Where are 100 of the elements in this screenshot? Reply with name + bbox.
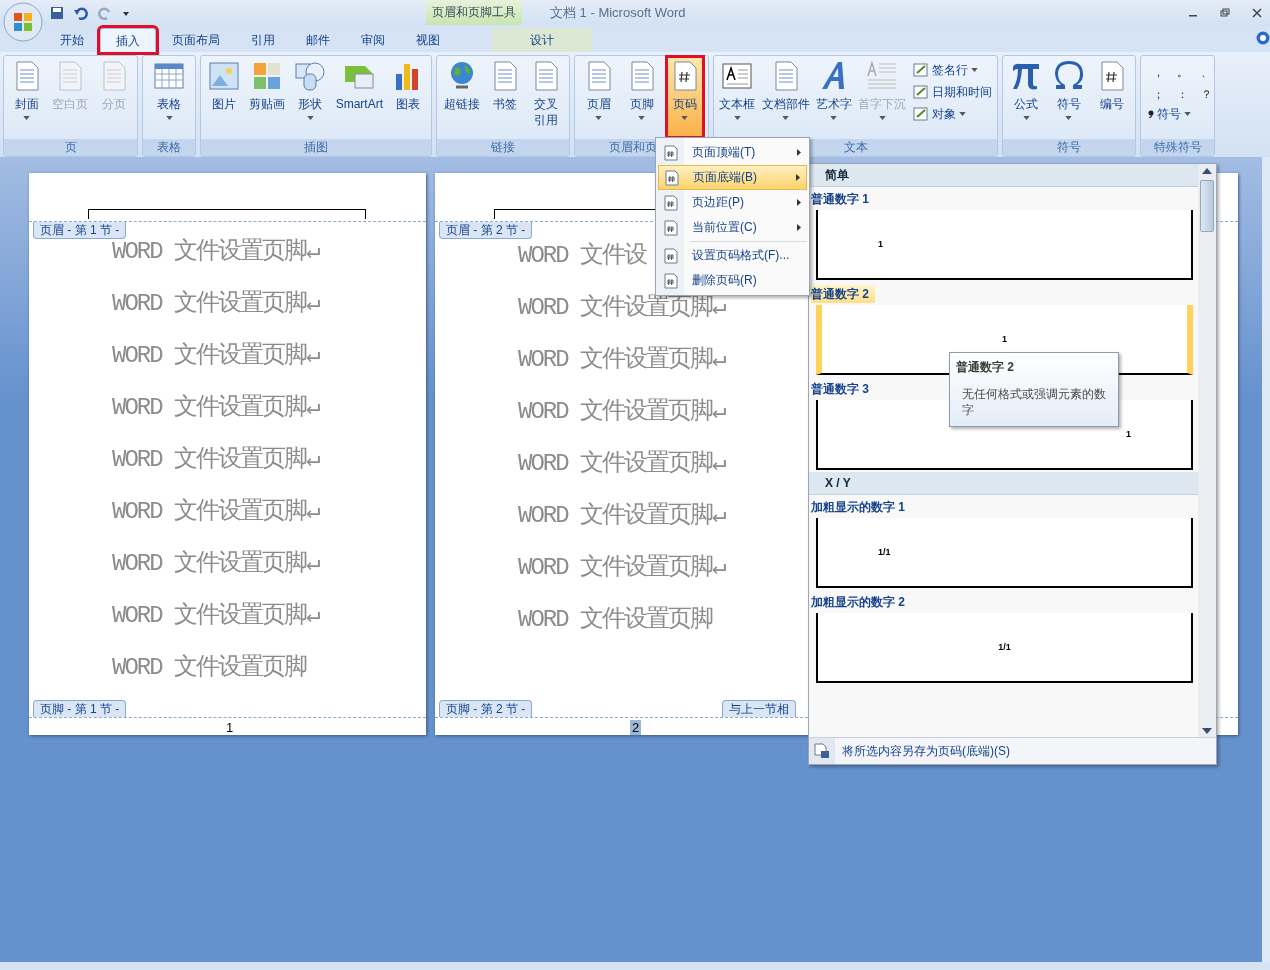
context-tool-label: 页眉和页脚工具 — [426, 0, 522, 25]
page-number-icon — [664, 219, 678, 236]
page-number-icon — [664, 194, 678, 211]
page-number-icon — [664, 247, 678, 264]
ribbon-small-button[interactable]: 日期和时间 — [911, 82, 993, 102]
ribbon-button[interactable]: 文档部件 — [760, 58, 811, 136]
ribbon-button[interactable]: 符号 — [1052, 58, 1086, 136]
body-text-line: WORD 文件设置页脚↵ — [112, 341, 319, 371]
ribbon-button[interactable]: 艺术字 — [814, 58, 853, 136]
symbol-button[interactable]: 。 — [1171, 62, 1193, 82]
ribbon-tab[interactable]: 邮件 — [291, 28, 345, 52]
ribbon-tab[interactable]: 审阅 — [346, 28, 400, 52]
body-text-line: WORD 文件设置页脚↵ — [112, 445, 319, 475]
gallery-section-header: 简单 — [809, 164, 1199, 187]
body-text-line: WORD 文件设置页脚↵ — [518, 345, 725, 375]
ribbon-button[interactable]: 表格 — [152, 58, 186, 136]
scroll-down-icon[interactable] — [1202, 728, 1212, 734]
gallery-item-label[interactable]: 加粗显示的数字 2 — [811, 593, 911, 611]
body-text-line: WORD 文件设置页脚↵ — [518, 553, 725, 583]
group-label: 表格 — [143, 139, 195, 156]
omega-icon — [1053, 60, 1085, 92]
ribbon-tab[interactable]: 页面布局 — [157, 28, 235, 52]
symbol-button[interactable]: ， — [1147, 62, 1169, 82]
gallery-item-label[interactable]: 普通数字 3 — [811, 380, 875, 398]
ribbon-tab[interactable]: 设计 — [492, 28, 592, 52]
ribbon-button[interactable]: 页眉 — [581, 58, 616, 136]
table-icon — [153, 60, 185, 92]
group-label: 插图 — [201, 139, 431, 156]
undo-icon[interactable] — [74, 5, 88, 20]
gallery-item-label[interactable]: 普通数字 1 — [811, 190, 875, 208]
page-number: 2 — [630, 720, 642, 735]
ribbon-button[interactable]: 书签 — [488, 58, 522, 136]
group-label: 页 — [4, 139, 137, 156]
ribbon-button[interactable]: 封面 — [9, 58, 44, 136]
clipart-icon — [251, 60, 283, 92]
tooltip: 普通数字 2 无任何格式或强调元素的数字 — [949, 352, 1119, 427]
preview-number: 1/1 — [878, 547, 891, 557]
ribbon-small-button[interactable]: 签名行 — [911, 60, 993, 80]
symbol-more-button[interactable]: 符号 — [1147, 104, 1217, 124]
ribbon-tab[interactable]: 视图 — [401, 28, 455, 52]
body-text-line: WORD 文件设置页脚↵ — [518, 397, 725, 427]
ribbon-tab[interactable]: 引用 — [236, 28, 290, 52]
symbol-button[interactable]: ？ — [1195, 84, 1217, 104]
body-text-line: WORD 文件设置页脚↵ — [518, 449, 725, 479]
comma-icon — [1148, 110, 1154, 118]
symbol-button[interactable]: ： — [1171, 84, 1193, 104]
ribbon-button[interactable]: SmartArt — [334, 58, 384, 136]
menu-item[interactable]: 设置页码格式(F)... — [658, 243, 807, 268]
body-text-line: WORD 文件设置页脚↵ — [112, 393, 319, 423]
body-text-line: WORD 文件设置页脚↵ — [518, 501, 725, 531]
drop-cap-icon — [866, 60, 899, 92]
body-text-line: WORD 文件设置页脚↵ — [112, 549, 319, 579]
menu-item[interactable]: 删除页码(R) — [658, 268, 807, 293]
ribbon-tab[interactable]: 开始 — [45, 28, 99, 52]
page-number: 1 — [225, 720, 235, 735]
ribbon-button[interactable]: 剪贴画 — [248, 58, 286, 136]
body-text-line: WORD 文件设置页脚 — [518, 605, 712, 635]
ribbon-button[interactable]: 页脚 — [624, 58, 659, 136]
ribbon-button[interactable]: 图片 — [206, 58, 241, 136]
page-number-icon — [664, 144, 678, 161]
close-icon[interactable] — [1252, 7, 1262, 18]
gallery-item-label[interactable]: 加粗显示的数字 1 — [811, 498, 911, 516]
ribbon-button[interactable]: 编号 — [1094, 58, 1129, 136]
save-page-icon — [814, 743, 830, 759]
body-text-line: WORD 文件设置页脚↵ — [112, 237, 319, 267]
menu-item[interactable]: 页面底端(B) — [658, 165, 807, 190]
ribbon-button[interactable]: 公式 — [1009, 58, 1044, 136]
menu-item[interactable]: 当前位置(C) — [658, 215, 807, 240]
body-text-line: WORD 文件设置页脚↵ — [518, 293, 725, 323]
group-label: 链接 — [437, 139, 569, 156]
scroll-thumb[interactable] — [1200, 180, 1214, 232]
menu-item[interactable]: 页边距(P) — [658, 190, 807, 215]
preview-number: 1/1 — [998, 642, 1011, 652]
preview-number: 1 — [1126, 429, 1131, 439]
ribbon-button[interactable]: 超链接 — [442, 58, 481, 136]
page-number-icon — [664, 272, 678, 289]
ribbon-button[interactable]: 页码 — [667, 58, 702, 136]
symbol-button[interactable]: 、 — [1195, 62, 1217, 82]
body-text-line: WORD 文件设置页脚↵ — [112, 601, 319, 631]
page-number-icon — [665, 169, 679, 186]
vertical-scrollbar[interactable] — [1262, 157, 1270, 962]
save-selection-menu-item[interactable]: 将所选内容另存为页码(底端)(S) — [809, 737, 1216, 764]
window-title: 文档 1 - Microsoft Word — [550, 3, 686, 22]
symbol-button[interactable]: ； — [1147, 84, 1169, 104]
group-label: 符号 — [1003, 139, 1135, 156]
help-icon[interactable] — [1256, 31, 1270, 45]
ribbon-small-button[interactable]: 对象 — [911, 104, 993, 124]
ribbon-tab[interactable]: 插入 — [100, 28, 156, 52]
ribbon-button[interactable]: 图表 — [391, 58, 426, 136]
preview-number: 1 — [878, 239, 883, 249]
shapes-icon — [294, 60, 327, 92]
ribbon-button[interactable]: 交叉引用 — [529, 58, 564, 136]
preview-number: 1 — [1002, 334, 1007, 344]
gallery-scrollbar[interactable] — [1198, 164, 1216, 738]
save-icon[interactable] — [50, 5, 64, 20]
restore-icon[interactable] — [1220, 7, 1230, 18]
gallery-item-label[interactable]: 普通数字 2 — [811, 285, 875, 303]
ribbon-button[interactable]: 形状 — [293, 58, 328, 136]
body-text-line: WORD 文件设 — [518, 241, 646, 271]
ribbon-button[interactable]: 文本框 — [718, 58, 757, 136]
